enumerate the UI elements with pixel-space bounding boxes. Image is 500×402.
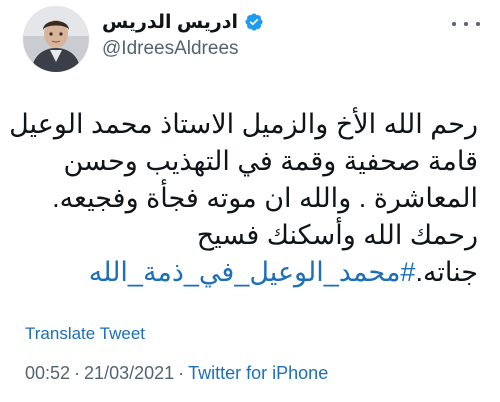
tweet-text: رحم الله الأخ والزميل الاستاذ محمد الوعي…	[0, 106, 478, 291]
more-dot	[476, 22, 480, 26]
meta-separator: ·	[74, 363, 81, 383]
tweet-text-line: المعاشرة . والله ان موته فجأة وفجيعه.	[52, 183, 478, 213]
more-dot	[452, 22, 456, 26]
avatar-image	[23, 6, 89, 72]
more-dot	[464, 22, 468, 26]
tweet-source-link[interactable]: Twitter for iPhone	[188, 363, 328, 383]
author-handle[interactable]: @IdreesAldrees	[102, 38, 302, 60]
tweet-text-line: قامة صحفية وقمة في التهذيب وحسن	[63, 146, 478, 176]
tweet-metadata: 00:52 · 21/03/2021 · Twitter for iPhone	[25, 363, 328, 384]
tweet-text-last-line: جناته.#محمد_الوعيل_في_ذمة_الله	[18, 254, 478, 291]
translate-tweet-link[interactable]: Translate Tweet	[25, 324, 145, 344]
tweet-text-line: رحمك الله وأسكنك فسيح	[196, 220, 478, 250]
tweet-text-fragment: جناته.	[415, 257, 478, 287]
meta-separator: ·	[178, 363, 185, 383]
author-display-name[interactable]: ادريس الدريس	[102, 11, 238, 34]
avatar[interactable]	[23, 6, 89, 72]
tweet-date[interactable]: 21/03/2021	[84, 363, 174, 383]
verified-badge-icon	[244, 12, 264, 32]
hashtag-link[interactable]: #محمد_الوعيل_في_ذمة_الله	[89, 257, 416, 287]
tweet-time[interactable]: 00:52	[25, 363, 70, 383]
tweet: ادريس الدريس @IdreesAldrees رحم الله الأ…	[0, 0, 500, 402]
tweet-text-line: رحم الله الأخ والزميل الاستاذ محمد الوعي…	[0, 109, 478, 139]
author-name-row: ادريس الدريس	[102, 10, 302, 34]
author-info: ادريس الدريس @IdreesAldrees	[102, 10, 302, 60]
more-options-icon[interactable]	[450, 16, 482, 32]
